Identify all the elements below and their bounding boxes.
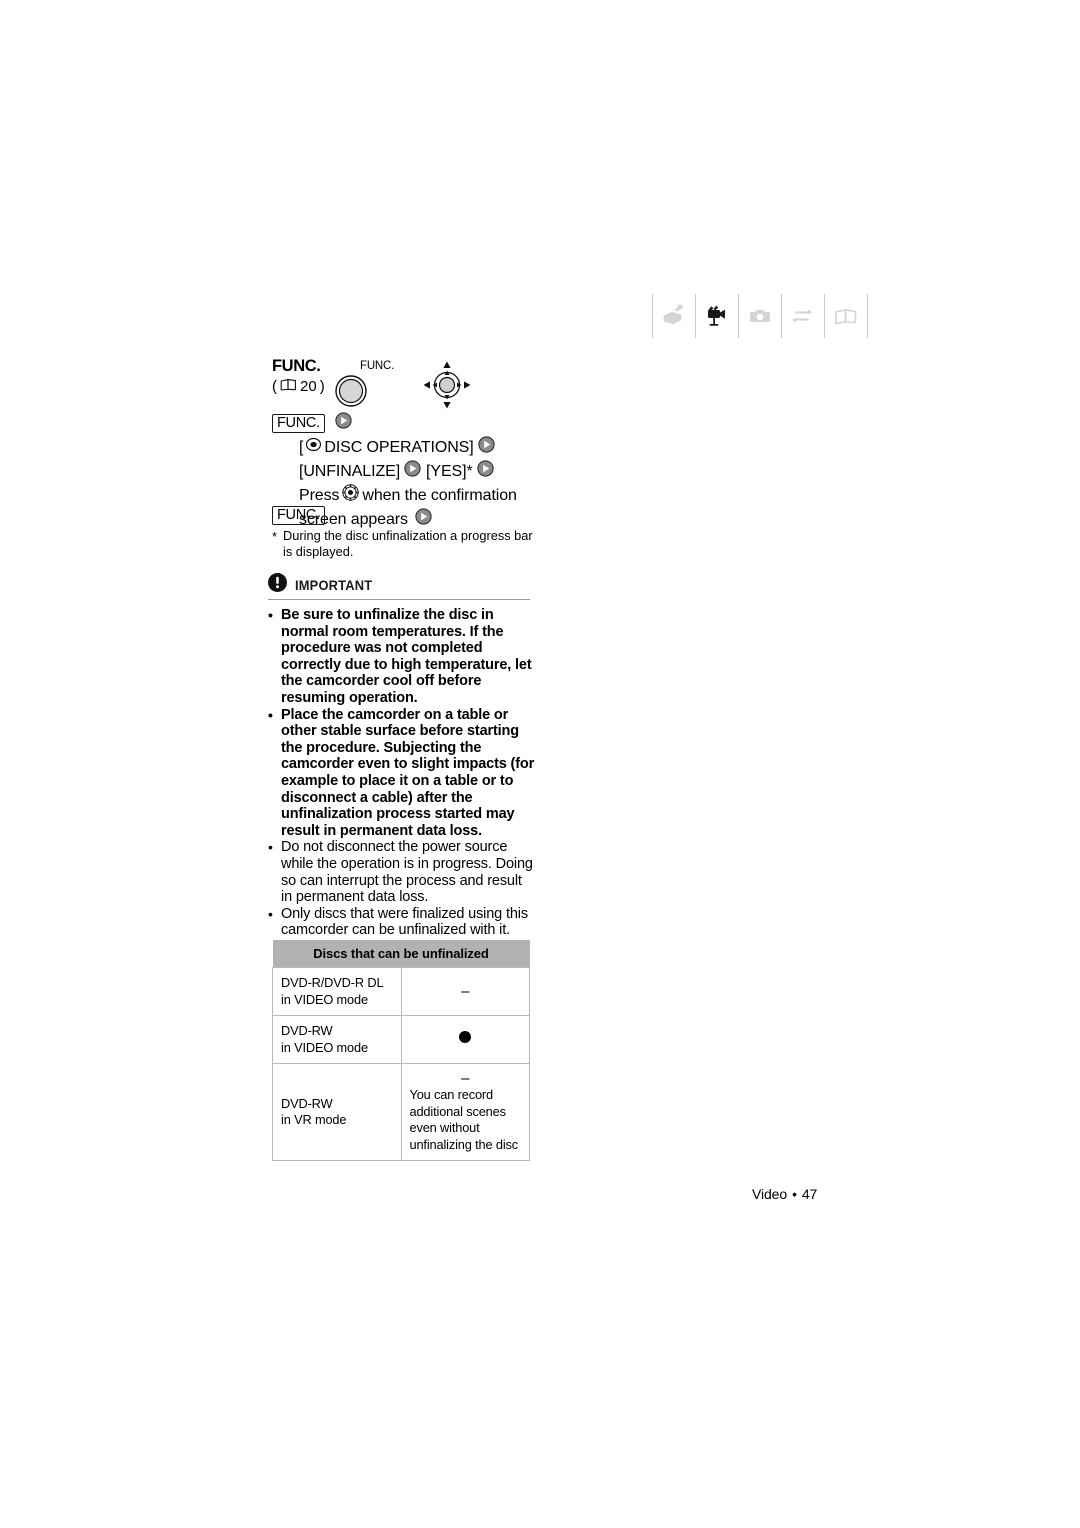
- table-row: DVD-R/DVD-R DL in VIDEO mode –: [272, 967, 530, 1016]
- func-button-icon: [334, 374, 368, 413]
- list-item: • Only discs that were finalized using t…: [268, 906, 536, 939]
- bullet-glyph: •: [268, 607, 273, 623]
- disc-type-line2: in VIDEO mode: [281, 1039, 368, 1055]
- yes-label[interactable]: [YES]*: [426, 462, 473, 482]
- bracket-open: [: [299, 438, 304, 456]
- list-item: • Place the camcorder on a table or othe…: [268, 707, 536, 840]
- footnote: * During the disc unfinalization a progr…: [272, 528, 542, 560]
- table-cell-support: – You can record additional scenes even …: [400, 1063, 530, 1161]
- func-chip-start[interactable]: FUNC.: [272, 414, 325, 433]
- list-item-text: Be sure to unfinalize the disc in normal…: [281, 607, 532, 706]
- disc-type-line1: DVD-RW: [281, 1023, 333, 1038]
- list-item-text: Only discs that were finalized using thi…: [281, 905, 528, 939]
- table-row: DVD-RW in VIDEO mode: [272, 1015, 530, 1064]
- unfinalize-label[interactable]: [UNFINALIZE]: [299, 462, 400, 482]
- procedure-line-end: FUNC.: [272, 506, 331, 525]
- footnote-text: During the disc unfinalization a progres…: [283, 528, 533, 559]
- open-book-icon: [825, 291, 867, 341]
- press-label: Press: [299, 486, 340, 504]
- exclamation-icon: [268, 573, 287, 597]
- filled-dot-symbol: [459, 1031, 472, 1044]
- table-cell-disc-type: DVD-R/DVD-R DL in VIDEO mode: [272, 967, 402, 1016]
- footer-separator: •: [792, 1186, 797, 1202]
- dash-symbol: –: [461, 1070, 470, 1087]
- footer-section: Video: [752, 1186, 788, 1202]
- procedure-line-disc-operations: [ DISC OPERATIONS]: [272, 436, 572, 459]
- list-item-text: Place the camcorder on a table or other …: [281, 706, 535, 839]
- press-label-cont: when the confirmation: [362, 486, 517, 504]
- func-header: FUNC. ( 20) FUNC.: [272, 358, 572, 416]
- bullet-glyph: •: [268, 706, 273, 723]
- disc-operations-label[interactable]: DISC OPERATIONS]: [324, 438, 473, 458]
- book-icon: [280, 378, 297, 395]
- photo-camera-icon: [739, 291, 781, 341]
- step-arrow-icon: [477, 436, 495, 459]
- step-arrow-icon: [404, 460, 421, 483]
- func-button-label: FUNC.: [360, 360, 395, 372]
- table-cell-support: –: [400, 967, 530, 1016]
- joystick-press-icon: [342, 484, 360, 507]
- table-title: Discs that can be unfinalized: [272, 940, 530, 968]
- page-footer: Video • 47: [752, 1186, 817, 1202]
- disc-type-line2: in VR mode: [281, 1112, 347, 1127]
- procedure-line-press: Press when the confirmation: [272, 484, 572, 507]
- func-title: FUNC.: [272, 357, 321, 375]
- procedure-line-start: FUNC.: [272, 412, 572, 435]
- page-ref-open: (: [272, 378, 277, 395]
- important-header: IMPORTANT: [268, 572, 530, 598]
- step-arrow-icon: [335, 412, 352, 435]
- support-note: You can record additional scenes even wi…: [409, 1087, 519, 1152]
- exchange-arrows-icon: [782, 291, 824, 341]
- func-chip-end[interactable]: FUNC.: [272, 506, 325, 525]
- bullet-glyph: •: [268, 905, 273, 922]
- table-header-row: Discs that can be unfinalized: [272, 940, 530, 968]
- strip-divider: [867, 294, 868, 338]
- discs-unfinalized-table: Discs that can be unfinalized DVD-R/DVD-…: [272, 940, 530, 1161]
- important-title: IMPORTANT: [295, 577, 373, 593]
- page-ref-close: ): [319, 378, 325, 395]
- important-divider: [268, 599, 530, 600]
- table-cell-support: [400, 1015, 530, 1064]
- joystick-icon: [422, 360, 472, 415]
- list-item: • Do not disconnect the power source whi…: [268, 839, 536, 905]
- camcorder-icon: [653, 291, 695, 341]
- step-arrow-icon: [476, 460, 494, 483]
- dash-symbol: –: [461, 982, 470, 1000]
- table-cell-disc-type: DVD-RW in VR mode: [272, 1063, 402, 1161]
- movie-camera-icon: [696, 291, 738, 341]
- table-cell-disc-type: DVD-RW in VIDEO mode: [272, 1015, 402, 1064]
- disc-type-line1: DVD-R/DVD-R DL: [281, 975, 384, 990]
- mode-icon-strip: [652, 291, 868, 341]
- func-button-group: FUNC.: [334, 360, 412, 410]
- procedure-line-unfinalize: [UNFINALIZE] [YES]*: [272, 460, 572, 483]
- list-item-text: Do not disconnect the power source while…: [281, 839, 533, 906]
- disc-type-line2: in VIDEO mode: [281, 991, 368, 1007]
- list-item: • Be sure to unfinalize the disc in norm…: [268, 607, 536, 707]
- func-page-reference: ( 20): [272, 378, 325, 395]
- footnote-marker: *: [272, 529, 277, 544]
- table-row: DVD-RW in VR mode – You can record addit…: [272, 1063, 530, 1161]
- disc-type-line1: DVD-RW: [281, 1095, 333, 1111]
- bullet-glyph: •: [268, 839, 273, 856]
- disc-icon: [306, 437, 322, 458]
- important-notes: • Be sure to unfinalize the disc in norm…: [268, 607, 536, 939]
- page-ref-number: 20: [300, 378, 317, 395]
- footer-page-number: 47: [801, 1186, 818, 1202]
